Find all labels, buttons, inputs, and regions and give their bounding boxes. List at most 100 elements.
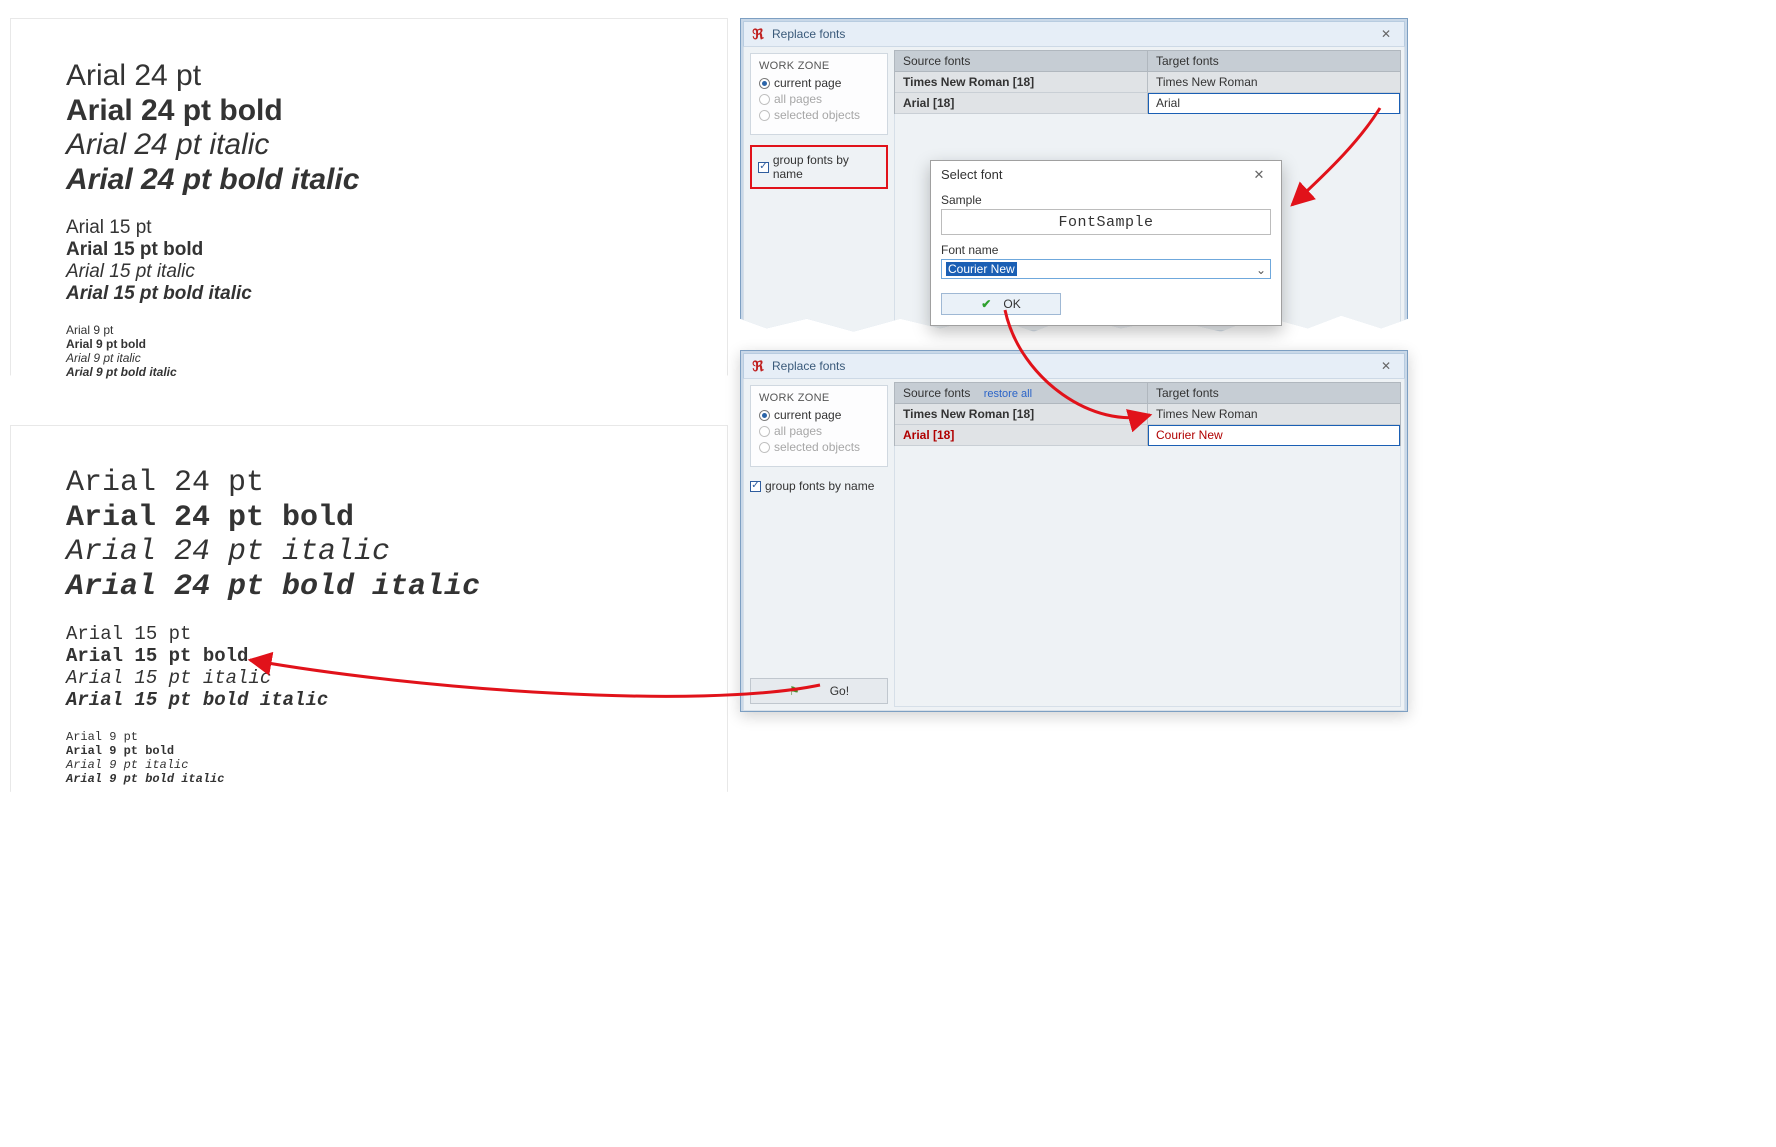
fontname-combobox[interactable]: Courier New ⌄ xyxy=(941,259,1271,279)
sample-line: Times 24 pt xyxy=(66,807,366,842)
sample-line: Times 9 pt bold xyxy=(66,1086,366,1100)
radio-all-pages: all pages xyxy=(759,424,879,438)
header-target: Target fonts xyxy=(1148,51,1400,71)
restore-all-link[interactable]: restore all xyxy=(984,388,1032,400)
chevron-down-icon[interactable]: ⌄ xyxy=(1254,263,1268,277)
font-row[interactable]: Arial [18] Arial xyxy=(895,93,1400,114)
sample-line: Arial 24 pt xyxy=(66,59,421,94)
go-button[interactable]: ⚑ Go! xyxy=(750,678,888,704)
sample-line: Arial 9 pt xyxy=(66,731,421,745)
replace-fonts-dialog-2: ℜ Replace fonts ✕ WORK ZONE current page… xyxy=(740,350,1408,712)
checkbox-label: group fonts by name xyxy=(765,479,874,493)
sample-line: Times 24 pt bold italic xyxy=(66,910,366,945)
radio-current-page[interactable]: current page xyxy=(759,76,879,90)
dialog-titlebar[interactable]: ℜ Replace fonts ✕ xyxy=(743,353,1405,379)
popup-title: Select font xyxy=(941,167,1002,183)
radio-selected-objects: selected objects xyxy=(759,440,879,454)
src-font: Arial [18] xyxy=(895,93,1148,114)
tgt-font[interactable]: Times New Roman xyxy=(1148,404,1400,425)
sample-line: Times 15 pt bold italic xyxy=(66,1030,366,1052)
font-row[interactable]: Times New Roman [18] Times New Roman xyxy=(895,404,1400,425)
select-font-popup: Select font ✕ Sample FontSample Font nam… xyxy=(930,160,1282,326)
radio-label: selected objects xyxy=(774,108,860,122)
popup-titlebar[interactable]: Select font ✕ xyxy=(931,161,1281,189)
sample-line: Arial 24 pt italic xyxy=(66,128,421,163)
close-icon[interactable]: ✕ xyxy=(1374,21,1398,47)
radio-label: all pages xyxy=(774,92,822,106)
sample-preview: FontSample xyxy=(941,209,1271,235)
app-icon: ℜ xyxy=(750,26,766,42)
check-icon: ✔ xyxy=(981,297,991,311)
sample-line: Arial 9 pt bold xyxy=(66,745,421,759)
src-font: Times New Roman [18] xyxy=(895,72,1148,93)
sample-line: Arial 24 pt italic xyxy=(66,535,421,570)
checkbox-group-by-name[interactable]: group fonts by name xyxy=(758,153,880,181)
sample-line: Arial 24 pt bold italic xyxy=(66,570,421,605)
sample-label: Sample xyxy=(941,193,1271,207)
sample-line: Times 15 pt xyxy=(66,965,366,987)
fonts-table-header: Source fonts restore all Target fonts xyxy=(894,382,1401,404)
go-label: Go! xyxy=(830,684,849,698)
header-source: Source fonts xyxy=(895,51,1148,71)
sample-line: Times 15 pt bold xyxy=(66,986,366,1008)
dialog-title: Replace fonts xyxy=(772,353,845,379)
work-zone-title: WORK ZONE xyxy=(759,392,879,404)
work-zone-group: WORK ZONE current page all pages selecte… xyxy=(750,53,888,135)
sample-line: Times 9 pt bold italic xyxy=(66,1113,366,1127)
radio-label: current page xyxy=(774,76,841,90)
app-icon: ℜ xyxy=(750,358,766,374)
checkbox-label: group fonts by name xyxy=(773,153,880,181)
sample-line: Arial 9 pt bold xyxy=(66,338,421,352)
font-row[interactable]: Arial [18] Courier New xyxy=(895,425,1400,446)
fonts-table-header: Source fonts Target fonts xyxy=(894,50,1401,72)
font-row[interactable]: Times New Roman [18] Times New Roman xyxy=(895,72,1400,93)
combobox-value: Courier New xyxy=(946,262,1017,276)
sample-sheet-after: Arial 24 pt Arial 24 pt bold Arial 24 pt… xyxy=(10,425,728,815)
radio-label: current page xyxy=(774,408,841,422)
radio-label: selected objects xyxy=(774,440,860,454)
sample-line: Arial 15 pt xyxy=(66,624,421,646)
sample-line: Arial 24 pt bold xyxy=(66,501,421,536)
sample-line: Times 24 pt italic xyxy=(66,876,366,911)
sample-line: Arial 9 pt bold italic xyxy=(66,773,421,787)
sample-line: Times 15 pt italic xyxy=(66,1008,366,1030)
fontname-label: Font name xyxy=(941,243,1271,257)
sample-line: Times 24 pt bold xyxy=(66,841,366,876)
tgt-font[interactable]: Times New Roman xyxy=(1148,72,1400,93)
radio-label: all pages xyxy=(774,424,822,438)
tgt-font[interactable]: Arial xyxy=(1148,93,1400,114)
sample-line: Arial 15 pt bold xyxy=(66,646,421,668)
sample-line: Arial 15 pt bold italic xyxy=(66,283,421,305)
sample-line: Arial 15 pt italic xyxy=(66,668,421,690)
ok-label: OK xyxy=(1003,297,1020,311)
sample-line: Arial 24 pt xyxy=(66,466,421,501)
radio-selected-objects: selected objects xyxy=(759,108,879,122)
flag-icon: ⚑ xyxy=(789,684,800,698)
dialog-title: Replace fonts xyxy=(772,21,845,47)
radio-current-page[interactable]: current page xyxy=(759,408,879,422)
work-zone-group: WORK ZONE current page all pages selecte… xyxy=(750,385,888,467)
sample-line: Arial 9 pt xyxy=(66,324,421,338)
sample-line: Arial 9 pt italic xyxy=(66,352,421,366)
sample-line: Times 9 pt xyxy=(66,1072,366,1086)
src-font: Arial [18] xyxy=(895,425,1148,446)
sample-line: Arial 9 pt bold italic xyxy=(66,366,421,380)
sample-line: Times 9 pt italic xyxy=(66,1100,366,1114)
sample-line: Arial 24 pt bold xyxy=(66,94,421,129)
sample-line: Arial 24 pt bold italic xyxy=(66,163,421,198)
tgt-font[interactable]: Courier New xyxy=(1148,425,1400,446)
sample-line: Arial 15 pt bold italic xyxy=(66,690,421,712)
sample-line: Arial 15 pt xyxy=(66,217,421,239)
dialog-titlebar[interactable]: ℜ Replace fonts ✕ xyxy=(743,21,1405,47)
sample-line: Arial 15 pt bold xyxy=(66,239,421,261)
src-font: Times New Roman [18] xyxy=(895,404,1148,425)
header-target: Target fonts xyxy=(1148,383,1400,403)
sample-line: Arial 15 pt italic xyxy=(66,261,421,283)
ok-button[interactable]: ✔ OK xyxy=(941,293,1061,315)
close-icon[interactable]: ✕ xyxy=(1247,167,1271,183)
header-label: Source fonts xyxy=(903,386,970,400)
sample-line: Arial 9 pt italic xyxy=(66,759,421,773)
close-icon[interactable]: ✕ xyxy=(1374,353,1398,379)
checkbox-group-by-name[interactable]: group fonts by name xyxy=(750,479,888,493)
radio-all-pages: all pages xyxy=(759,92,879,106)
